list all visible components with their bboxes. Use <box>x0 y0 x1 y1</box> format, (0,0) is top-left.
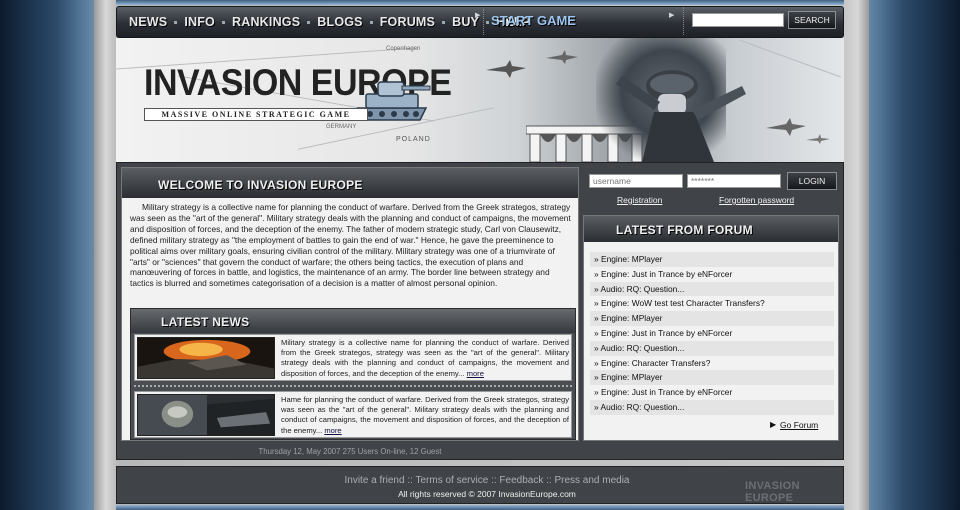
banner-subtitle: MASSIVE ONLINE STRATEGIC GAME <box>144 108 368 121</box>
news-divider <box>134 385 572 387</box>
nav-separator <box>307 20 311 24</box>
main-content-panel: WELCOME to INVASION EUROPE Military stra… <box>116 162 844 460</box>
latest-forum-header: LATEST FROM FORUM <box>584 216 838 242</box>
press-media-link[interactable]: Press and media <box>554 475 629 486</box>
welcome-section: WELCOME to INVASION EUROPE Military stra… <box>121 167 579 441</box>
feedback-link[interactable]: Feedback <box>499 475 543 486</box>
news-more-link[interactable]: more <box>324 426 341 435</box>
password-field[interactable] <box>687 174 781 188</box>
airplanes-illustration <box>766 118 830 144</box>
search-button[interactable]: SEARCH <box>788 11 836 29</box>
forum-topic-item[interactable]: » Engine: Character Transfers? <box>590 356 834 371</box>
search-input[interactable] <box>692 13 784 27</box>
news-item: Hame for planning the conduct of warfare… <box>134 391 572 438</box>
start-game-link[interactable]: START GAME <box>491 13 576 28</box>
welcome-header: WELCOME to INVASION EUROPE <box>122 168 578 198</box>
nav-forums[interactable]: FORUMS <box>380 15 435 29</box>
map-border-line <box>739 39 841 78</box>
footer-separator: :: <box>491 475 497 486</box>
forum-topic-item[interactable]: » Audio: RQ: Question... <box>590 281 834 297</box>
forum-topic-item[interactable]: » Audio: RQ: Question... <box>590 340 834 356</box>
news-item-body: Military strategy is a collective name f… <box>281 338 569 378</box>
arrow-right-icon: ▶ <box>770 420 777 429</box>
forum-topic-item[interactable]: » Audio: RQ: Question... <box>590 399 834 415</box>
news-thumbnail-image[interactable] <box>137 394 275 436</box>
welcome-title: WELCOME to INVASION EUROPE <box>158 178 363 192</box>
latest-forum-title: LATEST FROM FORUM <box>616 223 753 237</box>
news-item: Military strategy is a collective name f… <box>134 334 572 381</box>
latest-forum-section: LATEST FROM FORUM » Engine: MPlayer » En… <box>583 215 839 441</box>
arrow-right-icon: ▶ <box>475 11 481 19</box>
forum-topic-item[interactable]: » Engine: Just in Trance by eNForcer <box>590 326 834 341</box>
map-label-germany: GERMANY <box>326 124 357 130</box>
forum-topic-item[interactable]: » Engine: Just in Trance by eNForcer <box>590 267 834 282</box>
main-nav: NEWS INFO RANKINGS BLOGS FORUMS BUY HELP <box>129 12 530 32</box>
nav-separator <box>369 20 373 24</box>
latest-news-header: LATEST NEWS <box>131 309 575 333</box>
arrow-right-icon: ▶ <box>669 11 675 19</box>
welcome-text: Military strategy is a collective name f… <box>122 198 578 290</box>
news-thumbnail-image[interactable] <box>137 337 275 379</box>
forum-topic-item[interactable]: » Engine: Just in Trance by eNForcer <box>590 385 834 400</box>
online-status-text: Thursday 12, May 2007 275 Users On-line,… <box>258 447 442 456</box>
footer-logo: INVASION EUROPE <box>745 480 800 504</box>
nav-separator <box>221 20 225 24</box>
footer-separator: :: <box>407 475 413 486</box>
forgotten-password-link[interactable]: Forgotten password <box>719 195 794 205</box>
soldier-figure <box>616 70 746 162</box>
hero-banner: Copenhagen GERMANY POLAND INVASION EUROP… <box>116 38 844 162</box>
footer-separator: :: <box>546 475 552 486</box>
top-accent-stripe <box>116 0 844 5</box>
nav-separator <box>486 20 490 24</box>
forum-topic-item[interactable]: » Engine: WoW test test Character Transf… <box>590 296 834 311</box>
terms-of-service-link[interactable]: Terms of service <box>415 475 488 486</box>
bottom-accent-stripe <box>116 505 844 510</box>
invite-friend-link[interactable]: Invite a friend <box>344 475 404 486</box>
go-forum-link[interactable]: Go Forum <box>780 420 818 430</box>
nav-rankings[interactable]: RANKINGS <box>232 15 300 29</box>
footer-bar: Invite a friend :: Terms of service :: F… <box>116 466 844 504</box>
forum-topic-item[interactable]: » Engine: MPlayer <box>590 252 834 267</box>
nav-blogs[interactable]: BLOGS <box>317 15 362 29</box>
map-label-copenhagen: Copenhagen <box>386 46 421 52</box>
news-item-text: Hame for planning the conduct of warfare… <box>281 395 569 436</box>
nav-separator <box>174 20 178 24</box>
top-navigation-bar: NEWS INFO RANKINGS BLOGS FORUMS BUY HELP… <box>116 6 844 38</box>
airplanes-illustration <box>486 50 578 78</box>
nav-divider <box>483 9 485 35</box>
login-form: LOGIN Registration Forgotten password <box>583 167 839 211</box>
forum-topic-item[interactable]: » Engine: MPlayer <box>590 311 834 326</box>
login-button[interactable]: LOGIN <box>787 172 837 190</box>
latest-news-title: LATEST NEWS <box>161 315 250 329</box>
news-item-text: Military strategy is a collective name f… <box>281 338 569 379</box>
username-field[interactable] <box>589 174 683 188</box>
nav-separator <box>442 20 446 24</box>
nav-info[interactable]: INFO <box>184 15 215 29</box>
map-label-poland: POLAND <box>396 136 431 143</box>
forum-topic-item[interactable]: » Engine: MPlayer <box>590 370 834 386</box>
search-area: SEARCH <box>683 7 843 35</box>
news-more-link[interactable]: more <box>467 369 484 378</box>
registration-link[interactable]: Registration <box>617 195 662 205</box>
latest-news-section: LATEST NEWS Military strategy is a colle… <box>130 308 576 440</box>
nav-news[interactable]: NEWS <box>129 15 167 29</box>
forum-topic-list: » Engine: MPlayer » Engine: Just in Tran… <box>590 252 834 415</box>
